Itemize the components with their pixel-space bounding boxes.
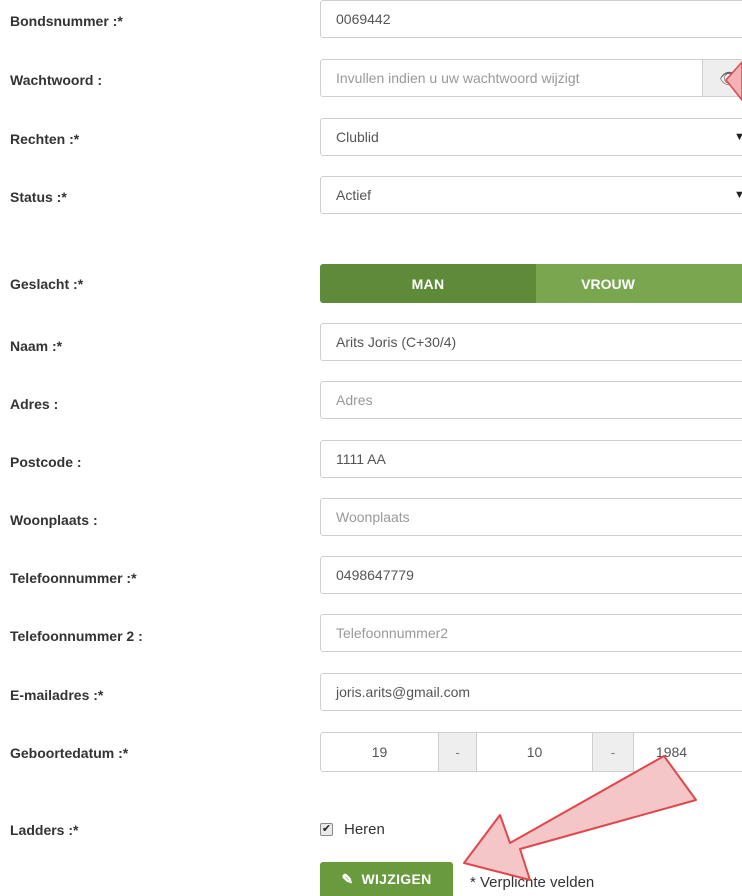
heren-checkbox-label: Heren: [344, 821, 385, 838]
email-label: E-mailadres :*: [10, 687, 104, 703]
telefoon-input[interactable]: 0498647779: [320, 556, 742, 594]
postcode-input[interactable]: 1111 AA: [320, 440, 742, 478]
gender-man-button[interactable]: MAN: [320, 264, 536, 303]
wijzigen-button[interactable]: ✎ WIJZIGEN: [320, 862, 453, 896]
bondsnummer-input[interactable]: 0069442: [320, 0, 742, 38]
woonplaats-label: Woonplaats :: [10, 512, 98, 528]
date-separator: -: [439, 732, 476, 772]
rechten-label: Rechten :*: [10, 131, 80, 147]
geboortedatum-label: Geboortedatum :*: [10, 745, 129, 761]
naam-label: Naam :*: [10, 338, 63, 354]
eye-icon: 👁: [719, 71, 740, 88]
pencil-icon: ✎: [341, 870, 354, 887]
adres-input[interactable]: Adres: [320, 381, 742, 419]
chevron-down-icon: ▼: [734, 189, 742, 201]
telefoon2-label: Telefoonnummer 2 :: [10, 628, 143, 644]
birth-year-input[interactable]: 1984: [633, 732, 742, 772]
gender-toggle: MAN VROUW: [320, 264, 742, 303]
wachtwoord-label: Wachtwoord :: [10, 72, 103, 88]
wijzigen-button-label: WIJZIGEN: [361, 871, 432, 887]
show-password-button[interactable]: 👁: [702, 59, 742, 97]
naam-input[interactable]: Arits Joris (C+30/4): [320, 323, 742, 361]
geslacht-label: Geslacht :*: [10, 276, 84, 292]
adres-label: Adres :: [10, 396, 59, 412]
woonplaats-input[interactable]: Woonplaats: [320, 498, 742, 536]
chevron-down-icon: ▼: [734, 131, 742, 143]
date-separator: -: [593, 732, 633, 772]
telefoon-label: Telefoonnummer :*: [10, 570, 137, 586]
birthdate-group: 19 - 10 - 1984: [320, 732, 742, 772]
telefoon2-input[interactable]: Telefoonnummer2: [320, 614, 742, 652]
annotation-arrow-large: [463, 755, 697, 881]
ladders-label: Ladders :*: [10, 822, 79, 838]
email-input[interactable]: joris.arits@gmail.com: [320, 673, 742, 711]
status-label: Status :*: [10, 189, 67, 205]
rechten-select[interactable]: Clublid: [320, 118, 742, 156]
wachtwoord-input[interactable]: Invullen indien u uw wachtwoord wijzigt: [320, 59, 703, 97]
birth-day-input[interactable]: 19: [320, 732, 439, 772]
heren-checkbox[interactable]: ✔: [320, 823, 333, 836]
required-fields-note: * Verplichte velden: [470, 874, 595, 891]
status-select[interactable]: Actief: [320, 176, 742, 214]
gender-vrouw-button[interactable]: VROUW: [536, 264, 742, 303]
birth-month-input[interactable]: 10: [476, 732, 593, 772]
bondsnummer-label: Bondsnummer :*: [10, 13, 123, 29]
postcode-label: Postcode :: [10, 454, 82, 470]
